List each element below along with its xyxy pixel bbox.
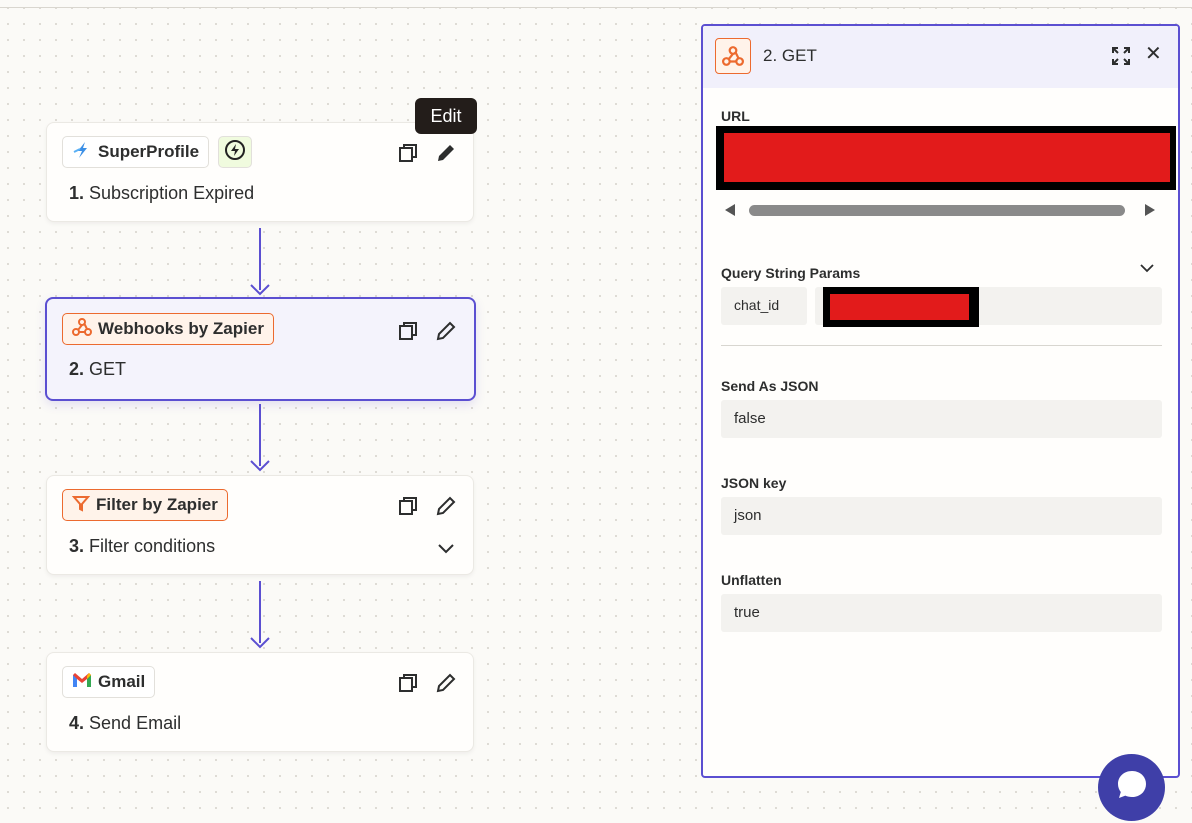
step-detail-panel: 2. GET ✕ URL Query String Params chat_id… <box>701 24 1180 778</box>
bolt-icon <box>224 139 246 166</box>
app-chip-webhooks[interactable]: Webhooks by Zapier <box>62 313 274 345</box>
duplicate-icon[interactable] <box>397 142 419 164</box>
edit-pencil-icon[interactable] <box>435 672 457 694</box>
webhook-icon <box>72 317 92 342</box>
expand-icon[interactable] <box>1111 46 1131 66</box>
edit-tooltip: Edit <box>415 98 477 134</box>
query-string-params-label: Query String Params <box>721 265 861 281</box>
unflatten-field[interactable]: true <box>721 594 1162 632</box>
duplicate-icon[interactable] <box>397 495 419 517</box>
filter-funnel-icon <box>71 494 91 517</box>
connector-line <box>259 404 261 466</box>
chevron-down-icon[interactable] <box>435 537 457 559</box>
connector-arrow-icon <box>250 637 270 649</box>
unflatten-label: Unflatten <box>721 572 782 588</box>
step-title: 1. Subscription Expired <box>69 183 255 203</box>
redaction-fill <box>830 294 969 320</box>
json-key-field[interactable]: json <box>721 497 1162 535</box>
divider <box>721 345 1162 346</box>
step-card-3[interactable]: Filter by Zapier 3. Filter conditions <box>46 475 474 575</box>
app-chip-gmail[interactable]: Gmail <box>62 666 156 698</box>
panel-header: 2. GET ✕ <box>703 26 1178 88</box>
url-label: URL <box>721 108 750 124</box>
scroll-right-arrow-icon[interactable] <box>1145 204 1155 216</box>
gmail-logo-icon <box>72 672 92 693</box>
step-title: 2. GET <box>69 359 127 379</box>
json-key-label: JSON key <box>721 475 787 491</box>
superprofile-logo-icon <box>72 140 92 165</box>
connector-arrow-icon <box>250 284 270 296</box>
horizontal-scrollbar[interactable] <box>725 202 1155 218</box>
chat-bubble-icon <box>1114 767 1150 808</box>
redaction-block <box>823 287 979 327</box>
app-chip-label: Filter by Zapier <box>96 495 218 514</box>
app-chip-label: Webhooks by Zapier <box>98 319 264 338</box>
edit-pencil-icon[interactable] <box>435 142 457 164</box>
param-value-field-redacted[interactable] <box>815 287 1162 327</box>
step-title: 3. Filter conditions <box>69 536 216 556</box>
step-card-4[interactable]: Gmail 4. Send Email <box>46 652 474 752</box>
param-key-field[interactable]: chat_id <box>721 287 807 325</box>
step-title: 4. Send Email <box>69 713 182 733</box>
panel-title: 2. GET <box>763 46 817 65</box>
redaction-block <box>724 133 1170 182</box>
trigger-bolt-chip <box>218 136 252 168</box>
send-as-json-field[interactable]: false <box>721 400 1162 438</box>
connector-line <box>259 581 261 643</box>
app-chip-superprofile[interactable]: SuperProfile <box>62 136 210 168</box>
connector-arrow-icon <box>250 460 270 472</box>
url-field-redacted[interactable] <box>716 126 1176 190</box>
chat-support-button[interactable] <box>1098 754 1165 821</box>
edit-pencil-icon[interactable] <box>435 495 457 517</box>
chevron-down-icon[interactable] <box>1139 260 1155 276</box>
duplicate-icon[interactable] <box>397 320 419 342</box>
step-card-2[interactable]: Webhooks by Zapier 2. GET <box>45 297 476 401</box>
connector-line <box>259 228 261 290</box>
scroll-thumb[interactable] <box>749 205 1125 216</box>
app-chip-label: SuperProfile <box>98 142 200 161</box>
send-as-json-label: Send As JSON <box>721 378 819 394</box>
duplicate-icon[interactable] <box>397 672 419 694</box>
step-card-1[interactable]: SuperProfile 1. Subscription Expired <box>46 122 474 222</box>
edit-pencil-icon[interactable] <box>435 320 457 342</box>
close-icon[interactable]: ✕ <box>1145 44 1162 64</box>
webhook-icon <box>715 38 751 74</box>
app-chip-filter[interactable]: Filter by Zapier <box>62 489 228 521</box>
scroll-left-arrow-icon[interactable] <box>725 204 735 216</box>
app-chip-label: Gmail <box>98 672 146 691</box>
top-toolbar-edge <box>0 0 1192 8</box>
